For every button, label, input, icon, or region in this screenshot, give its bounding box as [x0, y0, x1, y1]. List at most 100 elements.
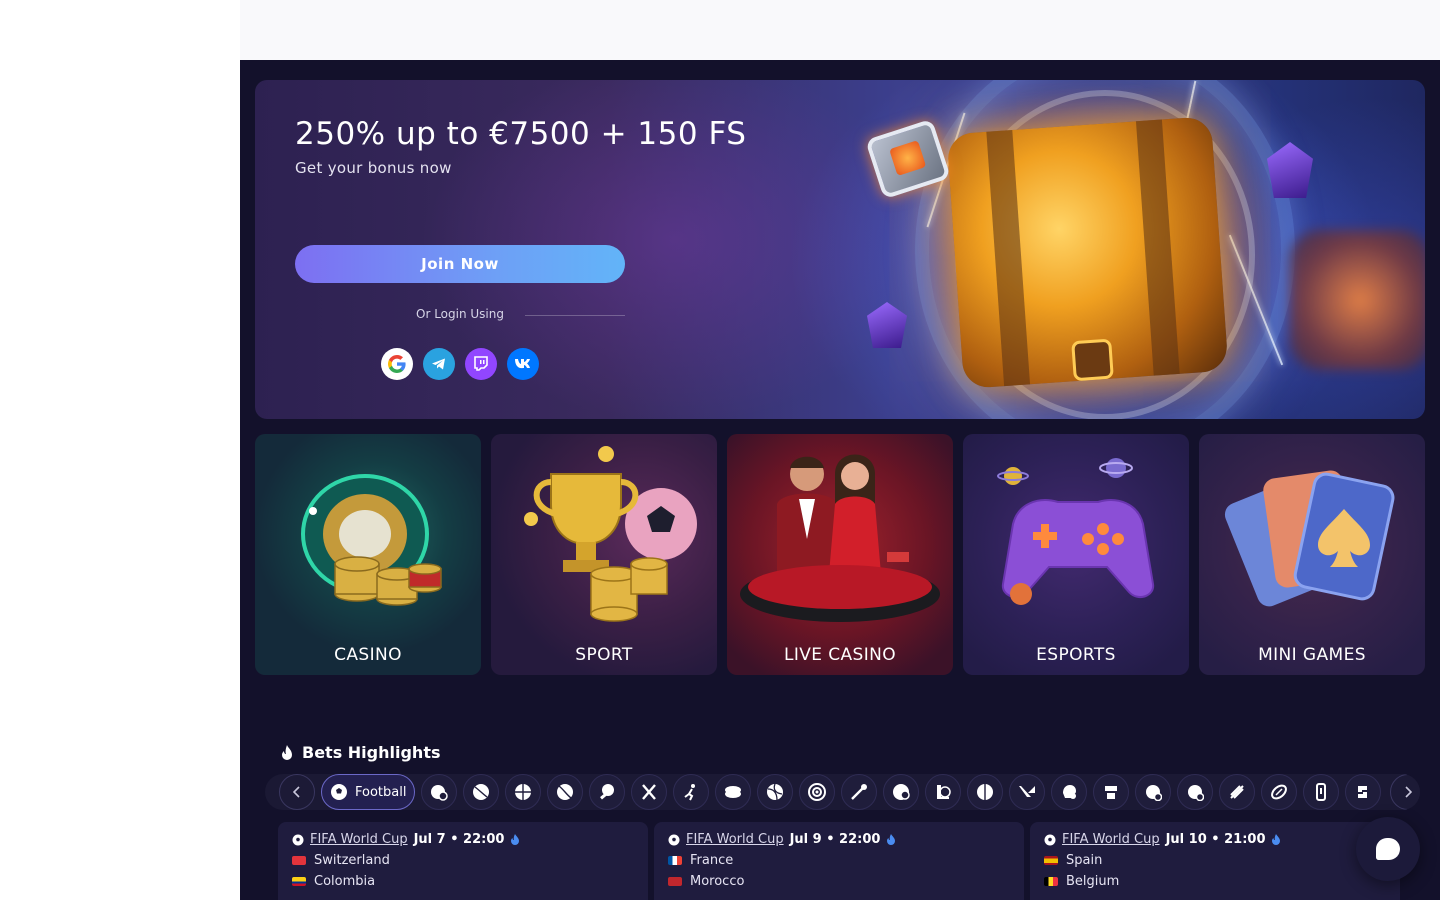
chevron-left-icon	[293, 786, 300, 798]
cricket-icon	[684, 784, 696, 801]
sport-chip[interactable]	[421, 774, 458, 810]
divider	[525, 315, 625, 316]
match-card[interactable]: FIFA World Cup Jul 7 • 22:00 Switzerland…	[278, 822, 648, 900]
fire-icon	[282, 744, 292, 760]
hockey-icon	[642, 784, 657, 800]
sport-chip[interactable]	[1093, 774, 1130, 810]
sport-chips: Football	[321, 774, 1382, 810]
tennis-icon	[557, 784, 574, 800]
sport-chip[interactable]	[463, 774, 500, 810]
sport-chip[interactable]	[883, 774, 920, 810]
twitch-icon	[474, 356, 488, 371]
sport-chip[interactable]	[505, 774, 542, 810]
sport-chip[interactable]	[589, 774, 626, 810]
sport-chip-football[interactable]: Football	[321, 774, 416, 810]
fire-icon	[887, 833, 896, 845]
nba2k-icon	[1188, 785, 1205, 801]
category-card-live-casino[interactable]: LIVE CASINO	[727, 434, 953, 675]
basketball-icon	[473, 784, 490, 800]
telegram-login-button[interactable]	[423, 348, 455, 380]
hero-banner: 250% up to €7500 + 150 FS Get your bonus…	[255, 80, 1425, 419]
gem-image	[1267, 142, 1313, 198]
sport-chip[interactable]	[1177, 774, 1214, 810]
chat-button[interactable]	[1356, 817, 1420, 881]
category-card-mini-games[interactable]: MINI GAMES	[1199, 434, 1425, 675]
table-tennis-icon	[600, 784, 615, 800]
overwatch-icon	[1105, 786, 1118, 799]
team-name: Colombia	[314, 874, 376, 889]
hero-subtitle: Get your bonus now	[295, 159, 452, 177]
sport-chip[interactable]	[925, 774, 962, 810]
sport-chip-label: Football	[355, 784, 407, 800]
sport-chip[interactable]	[1303, 774, 1340, 810]
flag-france-icon	[668, 856, 682, 865]
sport-chip[interactable]	[1009, 774, 1046, 810]
team-name: France	[690, 853, 734, 868]
gem-image	[867, 302, 907, 348]
category-card-casino[interactable]: CASINO	[255, 434, 481, 675]
fire-icon	[511, 833, 520, 845]
flag-morocco-icon	[668, 877, 682, 886]
sport-chip[interactable]	[1051, 774, 1088, 810]
fire-icon	[1272, 833, 1281, 845]
flag-colombia-icon	[292, 877, 306, 886]
join-now-button[interactable]: Join Now	[295, 245, 625, 283]
rugby-icon	[1230, 785, 1245, 799]
category-card-sport[interactable]: SPORT	[491, 434, 717, 675]
league-link[interactable]: FIFA World Cup	[310, 832, 408, 847]
league-link[interactable]: FIFA World Cup	[1062, 832, 1160, 847]
playing-cards-icon	[1224, 470, 1395, 607]
sport-chip[interactable]	[1261, 774, 1298, 810]
sport-chip[interactable]	[841, 774, 878, 810]
team-name: Spain	[1066, 853, 1103, 868]
vk-login-button[interactable]	[507, 348, 539, 380]
dota-icon	[893, 784, 911, 800]
american-football-icon	[1271, 784, 1288, 800]
sport-chip[interactable]	[1219, 774, 1256, 810]
mma-icon	[977, 784, 994, 800]
sport-chip[interactable]	[799, 774, 836, 810]
team-name: Belgium	[1066, 874, 1120, 889]
team-name: Switzerland	[314, 853, 390, 868]
football-icon	[292, 834, 304, 845]
sport-chip[interactable]	[631, 774, 668, 810]
ice-hockey-icon	[725, 786, 742, 798]
scroll-left-button[interactable]	[279, 774, 315, 810]
sport-chip[interactable]	[757, 774, 794, 810]
google-icon	[388, 355, 406, 373]
live-dealer-icon	[740, 454, 940, 622]
sport-chip[interactable]	[715, 774, 752, 810]
google-login-button[interactable]	[381, 348, 413, 380]
category-label: MINI GAMES	[1258, 645, 1366, 665]
trophy-icon	[524, 446, 697, 622]
darts-icon	[808, 783, 827, 801]
sports-filter-bar: Football	[265, 774, 1420, 810]
sport-chip[interactable]	[673, 774, 710, 810]
main-content: 250% up to €7500 + 150 FS Get your bonus…	[240, 60, 1440, 900]
category-cards: CASINO SPORT LIVE CASINO ESPORTS MINI GA…	[255, 434, 1425, 675]
roulette-icon	[301, 474, 442, 606]
match-card[interactable]: FIFA World Cup Jul 10 • 21:00 Spain Belg…	[1030, 822, 1400, 900]
sport-chip[interactable]	[1345, 774, 1382, 810]
category-card-esports[interactable]: ESPORTS	[963, 434, 1189, 675]
football-icon	[668, 834, 680, 845]
sport-chip[interactable]	[1135, 774, 1172, 810]
league-link[interactable]: FIFA World Cup	[686, 832, 784, 847]
scroll-right-button[interactable]	[1390, 774, 1420, 810]
sport-chip[interactable]	[967, 774, 1004, 810]
twitch-login-button[interactable]	[465, 348, 497, 380]
badminton-icon	[851, 784, 868, 800]
treasure-chest-image	[946, 116, 1229, 389]
match-time: Jul 7 • 22:00	[413, 832, 505, 847]
social-login-group	[381, 348, 539, 380]
sport-chip[interactable]	[547, 774, 584, 810]
league-of-legends-icon	[937, 785, 952, 799]
blurred-cube-image	[1290, 230, 1425, 370]
football-icon	[331, 784, 347, 800]
match-card[interactable]: FIFA World Cup Jul 9 • 22:00 France Moro…	[654, 822, 1024, 900]
chevron-right-icon	[1405, 786, 1412, 798]
vk-icon	[515, 359, 530, 369]
counter-strike-icon	[431, 785, 449, 801]
category-label: LIVE CASINO	[783, 645, 897, 665]
rainbow-six-icon	[1316, 783, 1327, 801]
